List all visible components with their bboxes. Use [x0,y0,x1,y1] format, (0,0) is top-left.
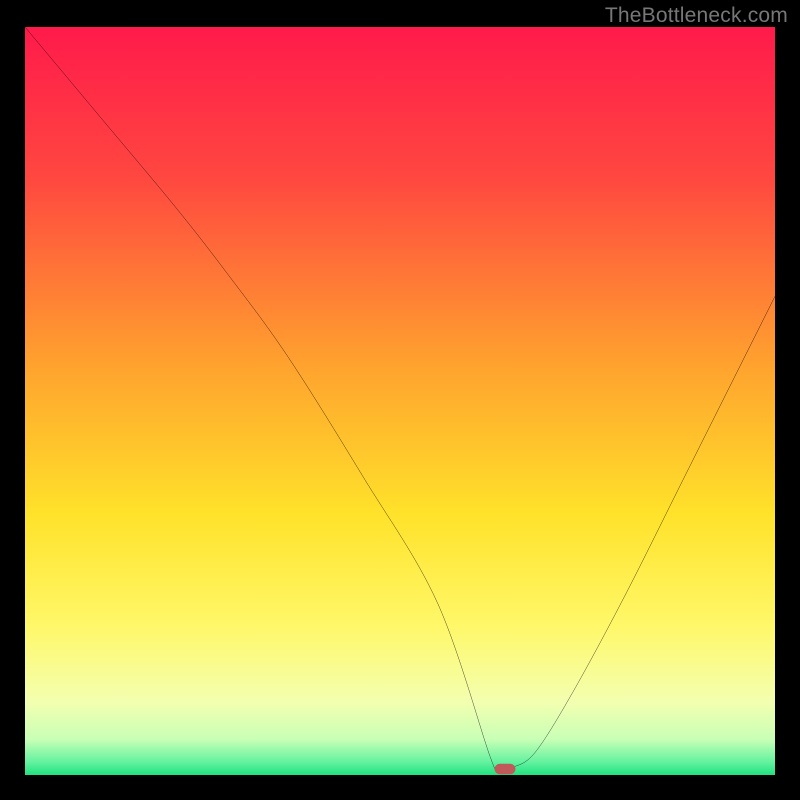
watermark-text: TheBottleneck.com [605,4,788,28]
optimal-marker [495,764,516,774]
plot-area [25,27,775,775]
curve-line [25,27,775,772]
chart-frame: TheBottleneck.com [0,0,800,800]
bottleneck-curve [25,27,775,775]
